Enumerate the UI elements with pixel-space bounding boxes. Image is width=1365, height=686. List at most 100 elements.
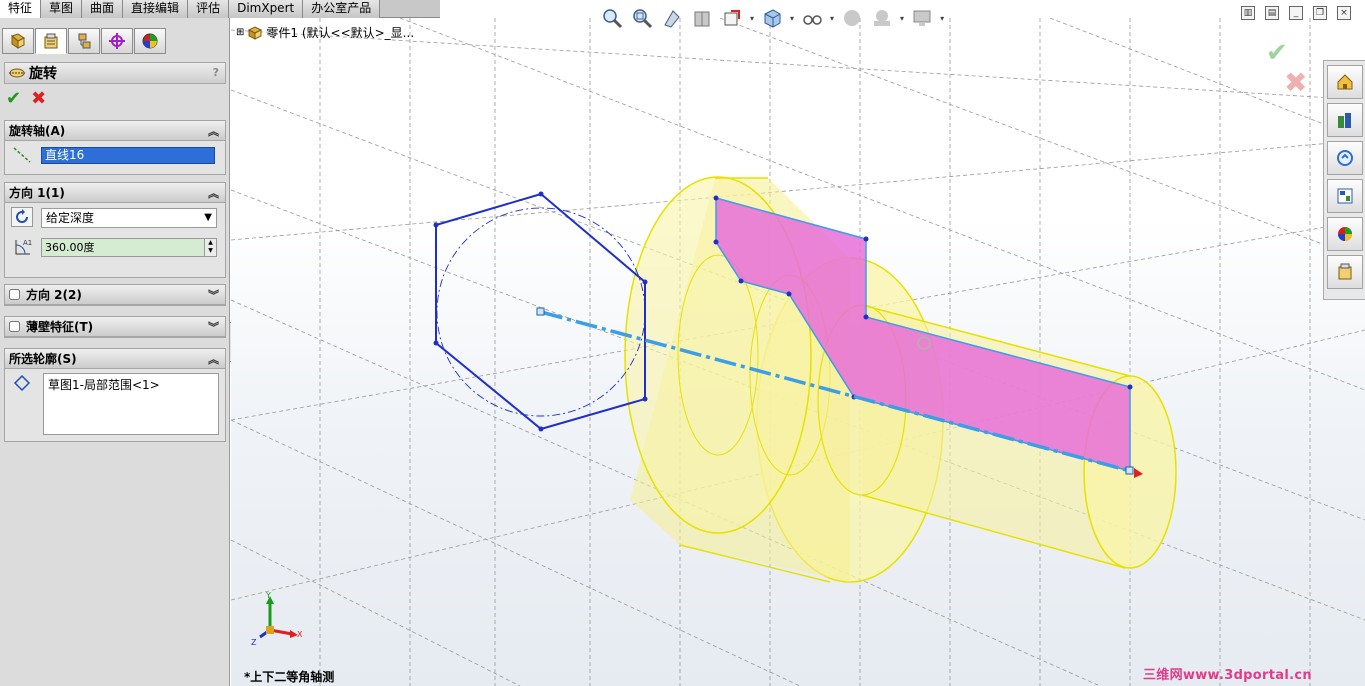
section-view-icon[interactable] <box>690 6 714 30</box>
feature-manager-tab[interactable] <box>2 28 34 54</box>
tab-surfaces[interactable]: 曲面 <box>82 0 124 18</box>
configuration-manager-icon <box>78 33 91 49</box>
manager-tabs <box>2 28 167 54</box>
view-orientation-label: *上下二等角轴测 <box>244 670 335 684</box>
heads-up-view-toolbar: ▾ ▾ ▾ ▾ ▾ <box>600 4 944 32</box>
custom-properties-button[interactable] <box>1327 255 1363 289</box>
minimize-icon[interactable]: _ <box>1289 6 1303 20</box>
direction1-header[interactable]: 方向 1(1) ︽ <box>5 183 225 203</box>
expand-chevron-icon[interactable]: ︾ <box>208 287 219 303</box>
thin-feature-header[interactable]: 薄壁特征(T) ︾ <box>5 317 225 337</box>
solidworks-resources-button[interactable] <box>1327 65 1363 99</box>
dimxpert-manager-icon <box>109 33 125 49</box>
ok-cancel-buttons: ✔ ✖ <box>6 90 46 108</box>
end-condition-select[interactable]: 给定深度 ▼ <box>41 208 217 228</box>
axis-group-header[interactable]: 旋转轴(A) ︽ <box>5 121 225 141</box>
help-button[interactable]: ? <box>213 66 219 79</box>
triad-y-label: Y <box>266 591 271 600</box>
appearances-scenes-icon <box>1338 227 1352 241</box>
tab-office-products[interactable]: 办公室产品 <box>303 0 381 18</box>
selected-contours-list[interactable]: 草图1-局部范围<1> <box>43 373 219 435</box>
model-view <box>231 18 1365 686</box>
reverse-direction-button[interactable] <box>11 207 33 227</box>
view-palette-button[interactable] <box>1327 179 1363 213</box>
ok-button[interactable]: ✔ <box>6 90 21 108</box>
axis-selection-field[interactable]: 直线16 <box>41 147 215 164</box>
close-icon[interactable]: × <box>1337 6 1351 20</box>
contour-icon <box>11 373 33 393</box>
zoom-to-fit-icon[interactable] <box>600 6 624 30</box>
part-icon <box>248 25 263 40</box>
chevron-down-icon[interactable]: ▾ <box>830 14 834 23</box>
graphics-area[interactable]: Y X Z <box>231 18 1365 686</box>
zoom-to-area-icon[interactable] <box>630 6 654 30</box>
chevron-down-icon[interactable]: ▾ <box>750 14 754 23</box>
axis-endpoint-end <box>1125 466 1134 475</box>
tab-evaluate[interactable]: 评估 <box>188 0 230 18</box>
selected-contours-header[interactable]: 所选轮廓(S) ︽ <box>5 349 225 369</box>
flyout-feature-tree[interactable]: ⊞ 零件1 (默认<<默认>_显... <box>236 24 414 41</box>
cascade-window-icon[interactable]: ▤ <box>1265 6 1279 20</box>
axis-endpoint-start <box>536 307 545 316</box>
display-style-icon[interactable] <box>760 6 784 30</box>
angle-input[interactable]: 360.00度 ▲ ▼ <box>41 238 217 257</box>
direction1-group: 方向 1(1) ︽ 给定深度 ▼ A1 360.00度 ▲ ▼ <box>4 182 226 278</box>
collapse-chevron-icon[interactable]: ︽ <box>208 351 219 367</box>
direction2-group: 方向 2(2) ︾ <box>4 284 226 306</box>
design-library-button[interactable] <box>1327 103 1363 137</box>
direction1-title: 方向 1(1) <box>9 186 65 200</box>
display-manager-tab[interactable] <box>134 28 166 54</box>
list-item[interactable]: 草图1-局部范围<1> <box>48 376 214 393</box>
selected-contours-group: 所选轮廓(S) ︽ 草图1-局部范围<1> <box>4 348 226 442</box>
axis-group-title: 旋转轴(A) <box>9 124 66 138</box>
chevron-down-icon[interactable]: ▾ <box>940 14 944 23</box>
previous-view-icon[interactable] <box>660 6 684 30</box>
restore-icon[interactable]: ❐ <box>1313 6 1327 20</box>
chevron-down-icon: ▼ <box>204 212 212 223</box>
file-explorer-icon <box>1337 150 1353 166</box>
triad-x-label: X <box>297 630 303 639</box>
confirm-cancel-icon[interactable]: ✖ <box>1284 66 1307 99</box>
tab-direct-editing[interactable]: 直接编辑 <box>123 0 189 18</box>
edit-appearance-icon[interactable] <box>840 6 864 30</box>
task-pane <box>1323 60 1365 300</box>
file-explorer-button[interactable] <box>1327 141 1363 175</box>
apply-scene-icon[interactable] <box>870 6 894 30</box>
angle-spinner[interactable]: ▲ ▼ <box>204 239 216 256</box>
collapse-chevron-icon[interactable]: ︽ <box>208 123 219 139</box>
collapse-chevron-icon[interactable]: ︽ <box>208 185 219 201</box>
property-manager-panel: 旋转 ? ✔ ✖ 旋转轴(A) ︽ 直线16 方向 1(1) ︽ 给定深度 ▼ … <box>0 18 230 686</box>
hide-show-items-icon[interactable] <box>800 6 824 30</box>
confirmation-corner: ✔ ✖ <box>1262 38 1322 99</box>
tile-window-icon[interactable]: ▥ <box>1241 6 1255 20</box>
tab-sketch[interactable]: 草图 <box>41 0 83 18</box>
view-orientation-icon[interactable] <box>720 6 744 30</box>
svg-text:A1: A1 <box>23 239 32 247</box>
part-name[interactable]: 零件1 (默认<<默认>_显... <box>266 24 414 41</box>
chevron-down-icon[interactable]: ▾ <box>790 14 794 23</box>
expand-icon[interactable]: ⊞ <box>236 27 244 38</box>
display-manager-icon <box>142 33 158 49</box>
appearances-scenes-button[interactable] <box>1327 217 1363 251</box>
direction2-checkbox[interactable] <box>9 289 20 300</box>
window-controls: ▥ ▤ _ ❐ × <box>1241 6 1351 20</box>
direction2-title: 方向 2(2) <box>26 288 82 302</box>
tab-dimxpert[interactable]: DimXpert <box>229 0 304 18</box>
command-manager-tabs: 特征 草图 曲面 直接编辑 评估 DimXpert 办公室产品 <box>0 0 440 18</box>
custom-properties-icon <box>1338 263 1352 280</box>
cancel-button[interactable]: ✖ <box>31 90 46 108</box>
expand-chevron-icon[interactable]: ︾ <box>208 319 219 335</box>
reverse-direction-icon <box>16 209 28 223</box>
design-library-icon <box>1338 113 1351 128</box>
configuration-manager-tab[interactable] <box>68 28 100 54</box>
thin-feature-checkbox[interactable] <box>9 321 20 332</box>
confirm-ok-icon[interactable]: ✔ <box>1266 38 1288 68</box>
property-manager-tab[interactable] <box>35 28 67 54</box>
chevron-down-icon[interactable]: ▾ <box>900 14 904 23</box>
view-settings-icon[interactable] <box>910 6 934 30</box>
tab-features[interactable]: 特征 <box>0 0 42 18</box>
dimxpert-manager-tab[interactable] <box>101 28 133 54</box>
direction2-header[interactable]: 方向 2(2) ︾ <box>5 285 225 305</box>
selected-contours-title: 所选轮廓(S) <box>9 352 77 366</box>
thin-feature-title: 薄壁特征(T) <box>26 320 94 334</box>
